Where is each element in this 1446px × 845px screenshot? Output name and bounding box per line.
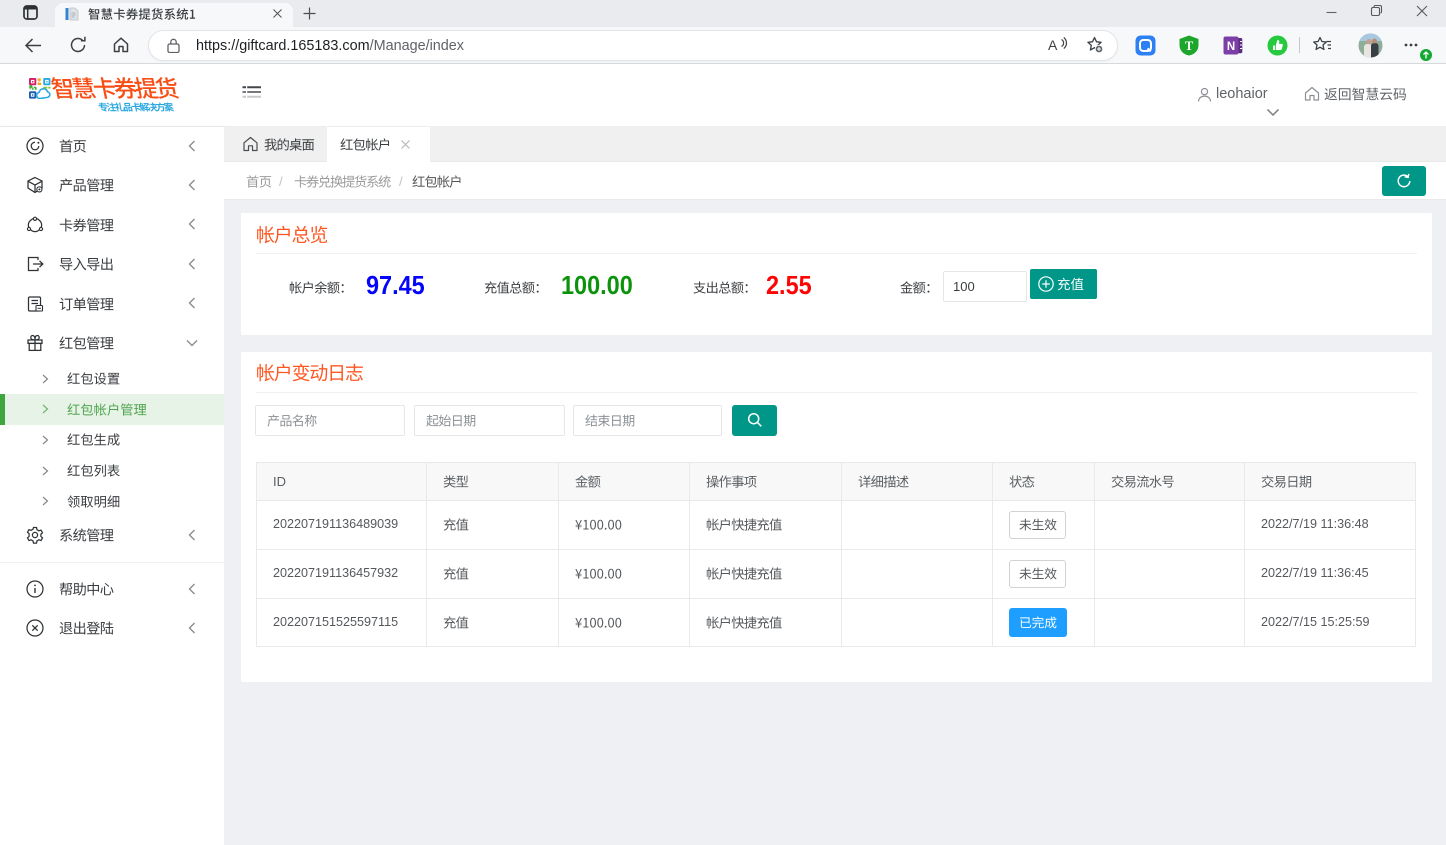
svg-text:T: T <box>1185 39 1194 53</box>
svg-text:N: N <box>1227 41 1235 53</box>
svg-text:A: A <box>1048 37 1058 53</box>
